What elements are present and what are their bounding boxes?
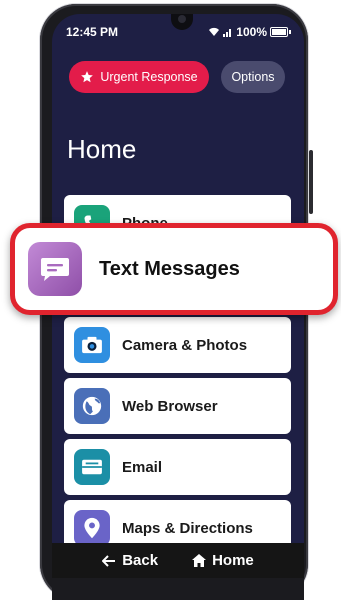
app-item-email[interactable]: Email xyxy=(64,439,291,495)
back-label: Back xyxy=(122,552,159,569)
wifi-icon xyxy=(209,27,220,36)
options-button[interactable]: Options xyxy=(221,61,285,93)
map-pin-icon xyxy=(74,510,110,546)
camera-notch xyxy=(171,14,193,30)
phone-bottom-bezel xyxy=(52,578,304,600)
bottom-nav-bar: Back Home xyxy=(52,543,304,578)
signal-icon xyxy=(223,29,232,37)
app-item-camera[interactable]: Camera & Photos xyxy=(64,317,291,373)
app-label-camera: Camera & Photos xyxy=(122,336,248,354)
page-title: Home xyxy=(67,134,137,164)
home-label: Home xyxy=(212,552,254,569)
home-button[interactable]: Home xyxy=(192,552,254,569)
app-label-email: Email xyxy=(122,458,163,476)
app-item-web-browser[interactable]: Web Browser xyxy=(64,378,291,434)
urgent-response-label: Urgent Response xyxy=(100,70,198,84)
app-label-web-browser: Web Browser xyxy=(122,397,218,415)
star-icon xyxy=(81,71,94,83)
camera-icon xyxy=(74,327,110,363)
front-camera-icon xyxy=(178,15,186,23)
status-time: 12:45 PM xyxy=(66,25,119,39)
back-button[interactable]: Back xyxy=(102,552,158,569)
status-indicators: 100% xyxy=(208,25,291,39)
app-label-text-messages: Text Messages xyxy=(99,257,240,280)
globe-icon xyxy=(74,388,110,424)
urgent-response-button[interactable]: Urgent Response xyxy=(69,61,209,93)
app-item-text-messages-highlight[interactable]: Text Messages xyxy=(10,223,338,315)
app-label-maps: Maps & Directions xyxy=(122,519,253,537)
message-icon xyxy=(28,242,82,296)
home-icon xyxy=(192,554,207,567)
email-icon xyxy=(74,449,110,485)
battery-percent: 100% xyxy=(236,25,267,39)
options-label: Options xyxy=(231,70,275,84)
side-button xyxy=(309,150,313,214)
battery-icon xyxy=(270,27,291,37)
arrow-left-icon xyxy=(102,554,116,567)
